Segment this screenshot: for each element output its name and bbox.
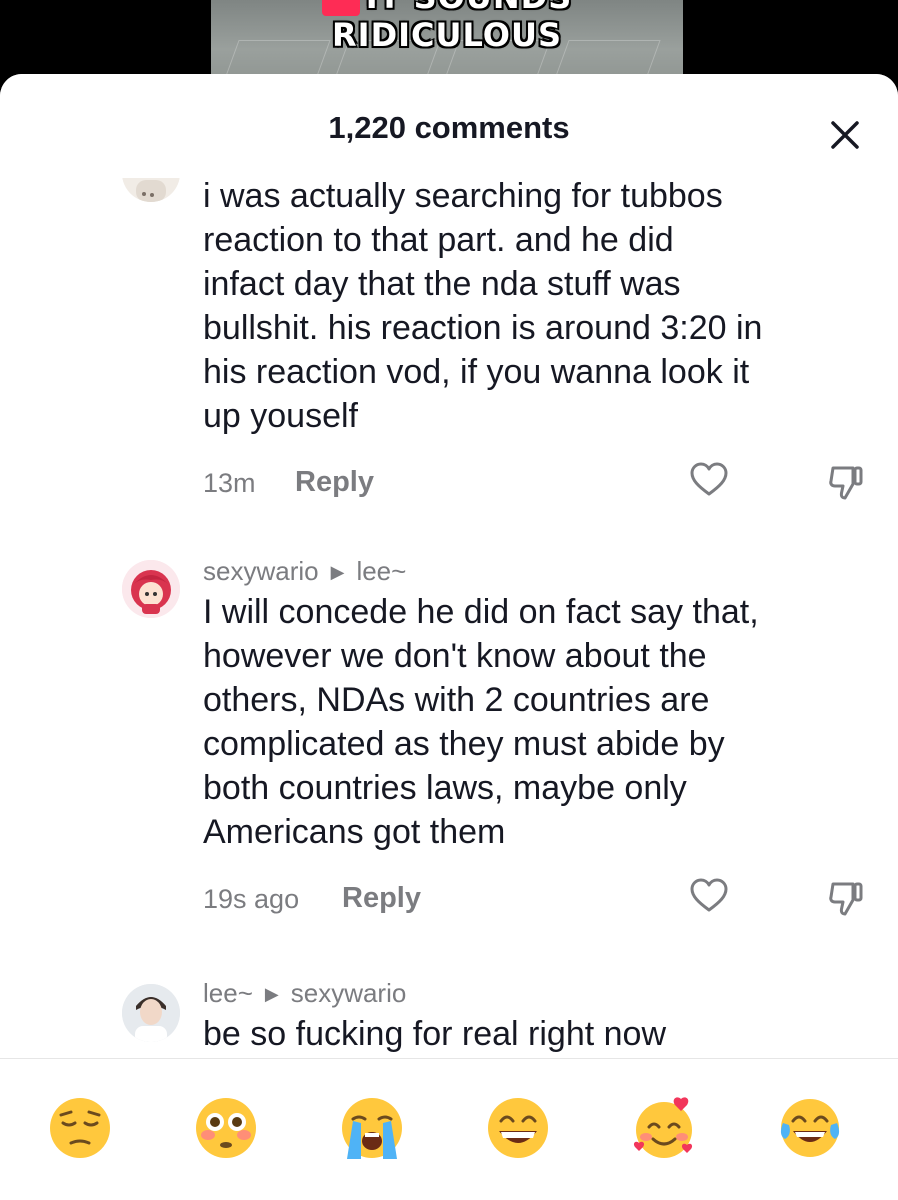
reply-arrow-icon: ▶ <box>330 562 345 582</box>
reply-button[interactable]: Reply <box>342 882 421 915</box>
reply-arrow-icon: ▶ <box>264 984 279 1004</box>
close-icon <box>831 121 859 149</box>
flushed-face-emoji-button[interactable] <box>193 1095 259 1161</box>
thumbs-down-icon <box>829 466 863 500</box>
video-caption-text: IT SOUNDS RIDICULOUS <box>332 0 571 54</box>
dislike-button[interactable] <box>825 876 869 925</box>
comment-text: I will concede he did on fact say that, … <box>203 590 873 854</box>
tears-of-joy-emoji-button[interactable] <box>777 1095 843 1161</box>
comment-text: i was actually searching for tubbos reac… <box>203 174 873 438</box>
comment-body: lee~ ▶ sexywario be so fucking for real ri… <box>203 976 873 1056</box>
dislike-button[interactable] <box>825 460 869 509</box>
flushed-face-emoji-icon <box>196 1098 256 1158</box>
tears-of-joy-emoji-icon <box>780 1099 840 1157</box>
comment-text-line: others, NDAs with 2 countries are <box>203 681 710 719</box>
comment-text-line: reaction to that part. and he did <box>203 221 674 259</box>
comment-username[interactable]: lee~ <box>203 978 253 1008</box>
grinning-face-emoji-icon <box>488 1098 548 1158</box>
comments-sheet: i was actually searching for tubbos reac… <box>0 74 898 1200</box>
reply-to-username[interactable]: lee~ <box>356 556 406 586</box>
thumbs-down-icon <box>829 882 863 916</box>
comment-meta: 13m Reply <box>203 452 873 512</box>
avatar[interactable] <box>122 560 180 618</box>
comment-text-line: however we don't know about the <box>203 637 707 675</box>
comment-meta: 19s ago Reply <box>203 868 873 928</box>
like-button[interactable] <box>689 876 729 921</box>
comment-timestamp: 19s ago <box>203 884 300 914</box>
comment-text-line: his reaction vod, if you wanna look it <box>203 353 750 391</box>
heart-outline-icon <box>690 878 728 912</box>
comment-text-line: up youself <box>203 397 358 435</box>
comments-list[interactable]: i was actually searching for tubbos reac… <box>0 74 898 1058</box>
pensive-face-emoji-button[interactable] <box>47 1095 113 1161</box>
smiling-face-with-hearts-emoji-icon <box>633 1097 693 1158</box>
comment-username[interactable]: sexywario <box>203 556 319 586</box>
sheet-header: 1,220 comments <box>0 74 898 178</box>
comment-text-line: I will concede he did on fact say that, <box>203 593 759 631</box>
pensive-face-emoji-icon <box>50 1098 110 1158</box>
loudly-crying-face-emoji-button[interactable] <box>339 1095 405 1161</box>
comment-body: sexywario ▶ lee~ I will concede he did on … <box>203 554 873 928</box>
caption-badge <box>321 0 360 16</box>
smiling-face-with-hearts-emoji-button[interactable] <box>631 1095 697 1161</box>
close-button[interactable] <box>822 112 868 158</box>
reply-to-username[interactable]: sexywario <box>291 978 407 1008</box>
loudly-crying-face-emoji-icon <box>342 1098 402 1159</box>
video-caption: IT SOUNDS RIDICULOUS <box>211 0 683 54</box>
heart-outline-icon <box>690 462 728 496</box>
comment-text-line: Americans got them <box>203 813 506 851</box>
comment-body: i was actually searching for tubbos reac… <box>203 174 873 512</box>
reply-button[interactable]: Reply <box>295 466 374 499</box>
comment-text-line: complicated as they must abide by <box>203 725 725 763</box>
grinning-face-emoji-button[interactable] <box>485 1095 551 1161</box>
comment-text-line: both countries laws, maybe only <box>203 769 687 807</box>
comment-timestamp: 13m <box>203 468 256 498</box>
comment-header: lee~ ▶ sexywario <box>203 976 873 1010</box>
comment-text-line: bullshit. his reaction is around 3:20 in <box>203 309 763 347</box>
comment-text-line: i was actually searching for tubbos <box>203 177 723 215</box>
comments-count-title: 1,220 comments <box>328 110 570 145</box>
comment-header: sexywario ▶ lee~ <box>203 554 873 588</box>
comment-text-line: be so fucking for real right now <box>203 1015 667 1053</box>
like-button[interactable] <box>689 460 729 505</box>
avatar[interactable] <box>122 984 180 1042</box>
comment-text: be so fucking for real right now <box>203 1012 873 1056</box>
comment-text-line: infact day that the nda stuff was <box>203 265 681 303</box>
emoji-quick-bar <box>0 1058 898 1200</box>
